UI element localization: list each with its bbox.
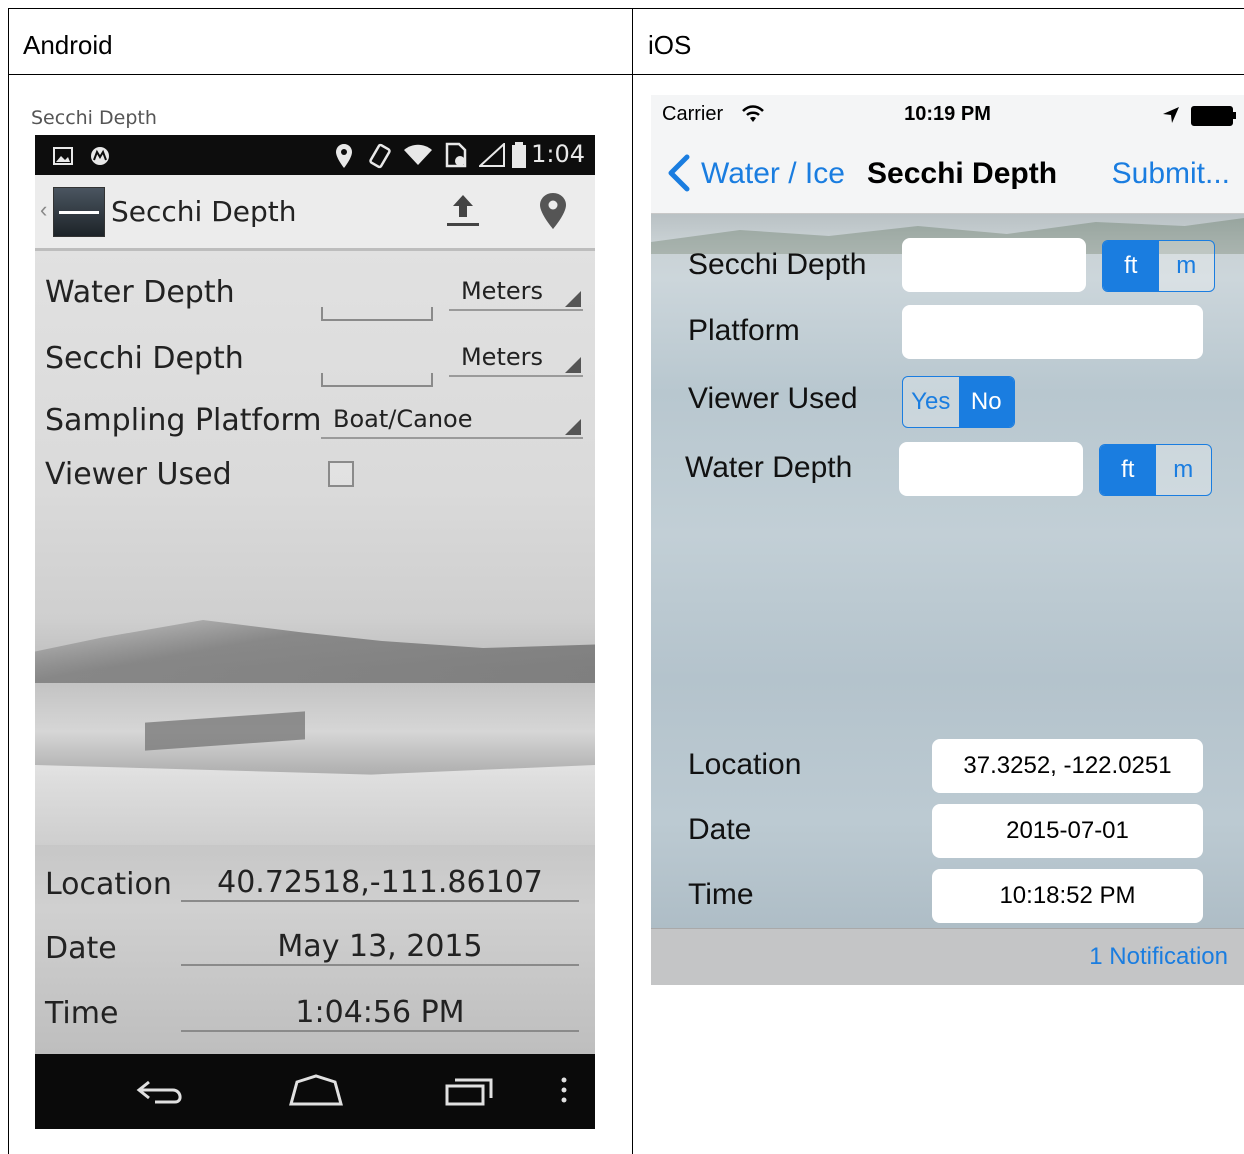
sampling-platform-value: Boat/Canoe <box>333 405 473 433</box>
app-logo-icon[interactable] <box>53 187 105 237</box>
water-unit-m[interactable]: m <box>1155 445 1211 495</box>
recent-apps-icon[interactable] <box>443 1074 499 1108</box>
notification-button[interactable]: 1 Notification <box>1089 943 1228 971</box>
sampling-platform-label: Sampling Platform <box>45 403 322 438</box>
ios-title: Secchi Depth <box>867 157 1058 190</box>
map-pin-icon[interactable] <box>538 191 568 231</box>
overflow-menu-icon[interactable] <box>557 1074 571 1108</box>
android-screen: 1:04 ‹ Secchi Depth Water Depth Meters S… <box>35 135 595 1129</box>
wifi-icon <box>404 144 432 165</box>
submit-button[interactable]: Submit... <box>1112 157 1230 191</box>
sim-alert-icon <box>445 142 467 168</box>
date-label: Date <box>688 813 752 846</box>
secchi-unit-m[interactable]: m <box>1158 241 1214 291</box>
ios-status-time: 10:19 PM <box>904 103 991 125</box>
secchi-depth-unit-value: Meters <box>460 343 543 371</box>
ios-screen: Carrier 10:19 PM Water / Ice Secchi Dept… <box>651 95 1244 985</box>
ios-nav-bar: Water / Ice Secchi Depth Submit... <box>651 135 1244 214</box>
ios-toolbar: 1 Notification <box>651 928 1244 985</box>
secchi-depth-label: Secchi Depth <box>45 341 244 376</box>
time-value[interactable]: 10:18:52 PM <box>932 869 1203 923</box>
sampling-platform-spinner[interactable]: Boat/Canoe <box>321 405 583 439</box>
header-android: Android <box>23 30 113 60</box>
location-label: Location <box>45 867 172 902</box>
water-depth-input[interactable] <box>321 307 433 321</box>
header-ios: iOS <box>648 30 692 60</box>
secchi-depth-input[interactable] <box>321 373 433 387</box>
time-label: Time <box>45 996 119 1031</box>
table-border-top <box>8 8 1244 9</box>
back-icon[interactable] <box>135 1074 187 1108</box>
secchi-depth-input[interactable] <box>902 238 1086 292</box>
back-caret-icon[interactable]: ‹ <box>40 197 47 223</box>
location-arrow-icon <box>1163 107 1179 123</box>
secchi-depth-label: Secchi Depth <box>688 248 867 281</box>
battery-icon <box>1191 106 1236 126</box>
water-depth-unit-value: Meters <box>460 277 543 305</box>
android-status-bar: 1:04 <box>35 135 595 175</box>
water-depth-label: Water Depth <box>45 275 235 310</box>
water-depth-input[interactable] <box>899 442 1083 496</box>
location-label: Location <box>688 748 802 781</box>
home-icon[interactable] <box>287 1074 345 1108</box>
upload-icon[interactable] <box>445 189 481 233</box>
platform-label: Platform <box>688 314 800 347</box>
back-button[interactable]: Water / Ice <box>701 157 845 191</box>
android-title: Secchi Depth <box>111 195 297 228</box>
secchi-depth-unit-spinner[interactable]: Meters <box>449 343 583 377</box>
android-status-time: 1:04 <box>531 140 585 168</box>
viewer-used-label: Viewer Used <box>688 382 858 415</box>
table-border-left <box>8 8 9 1154</box>
signal-icon <box>479 143 505 167</box>
rotate-icon <box>369 143 391 169</box>
water-depth-label: Water Depth <box>685 451 853 484</box>
secchi-unit-ft[interactable]: ft <box>1103 241 1159 291</box>
table-column-divider <box>632 8 633 1154</box>
time-value[interactable]: 1:04:56 PM <box>181 995 579 1032</box>
android-nav-bar <box>35 1054 595 1129</box>
water-depth-unit-spinner[interactable]: Meters <box>449 277 583 311</box>
date-label: Date <box>45 931 117 966</box>
time-label: Time <box>688 878 754 911</box>
location-icon <box>336 144 352 168</box>
ios-status-bar: Carrier 10:19 PM <box>651 95 1244 135</box>
date-value[interactable]: 2015-07-01 <box>932 804 1203 858</box>
platform-input[interactable] <box>902 305 1203 359</box>
water-unit-ft[interactable]: ft <box>1100 445 1156 495</box>
location-value[interactable]: 37.3252, -122.0251 <box>932 739 1203 793</box>
viewer-no[interactable]: No <box>958 377 1014 427</box>
viewer-yes[interactable]: Yes <box>903 377 959 427</box>
gallery-icon <box>53 147 73 165</box>
location-value[interactable]: 40.72518,-111.86107 <box>181 865 579 902</box>
table-header-divider <box>8 74 1244 75</box>
back-chevron-icon[interactable] <box>665 153 693 193</box>
viewer-used-control[interactable]: Yes No <box>902 376 1015 428</box>
secchi-depth-unit-control[interactable]: ft m <box>1102 240 1215 292</box>
viewer-used-checkbox[interactable] <box>328 461 354 487</box>
android-action-bar: ‹ Secchi Depth <box>35 175 595 251</box>
viewer-used-label: Viewer Used <box>45 457 232 492</box>
background-shore <box>35 765 595 845</box>
water-depth-unit-control[interactable]: ft m <box>1099 444 1212 496</box>
battery-icon <box>512 142 526 168</box>
motorola-icon <box>91 147 109 165</box>
android-caption: Secchi Depth <box>31 107 157 129</box>
date-value[interactable]: May 13, 2015 <box>181 929 579 966</box>
